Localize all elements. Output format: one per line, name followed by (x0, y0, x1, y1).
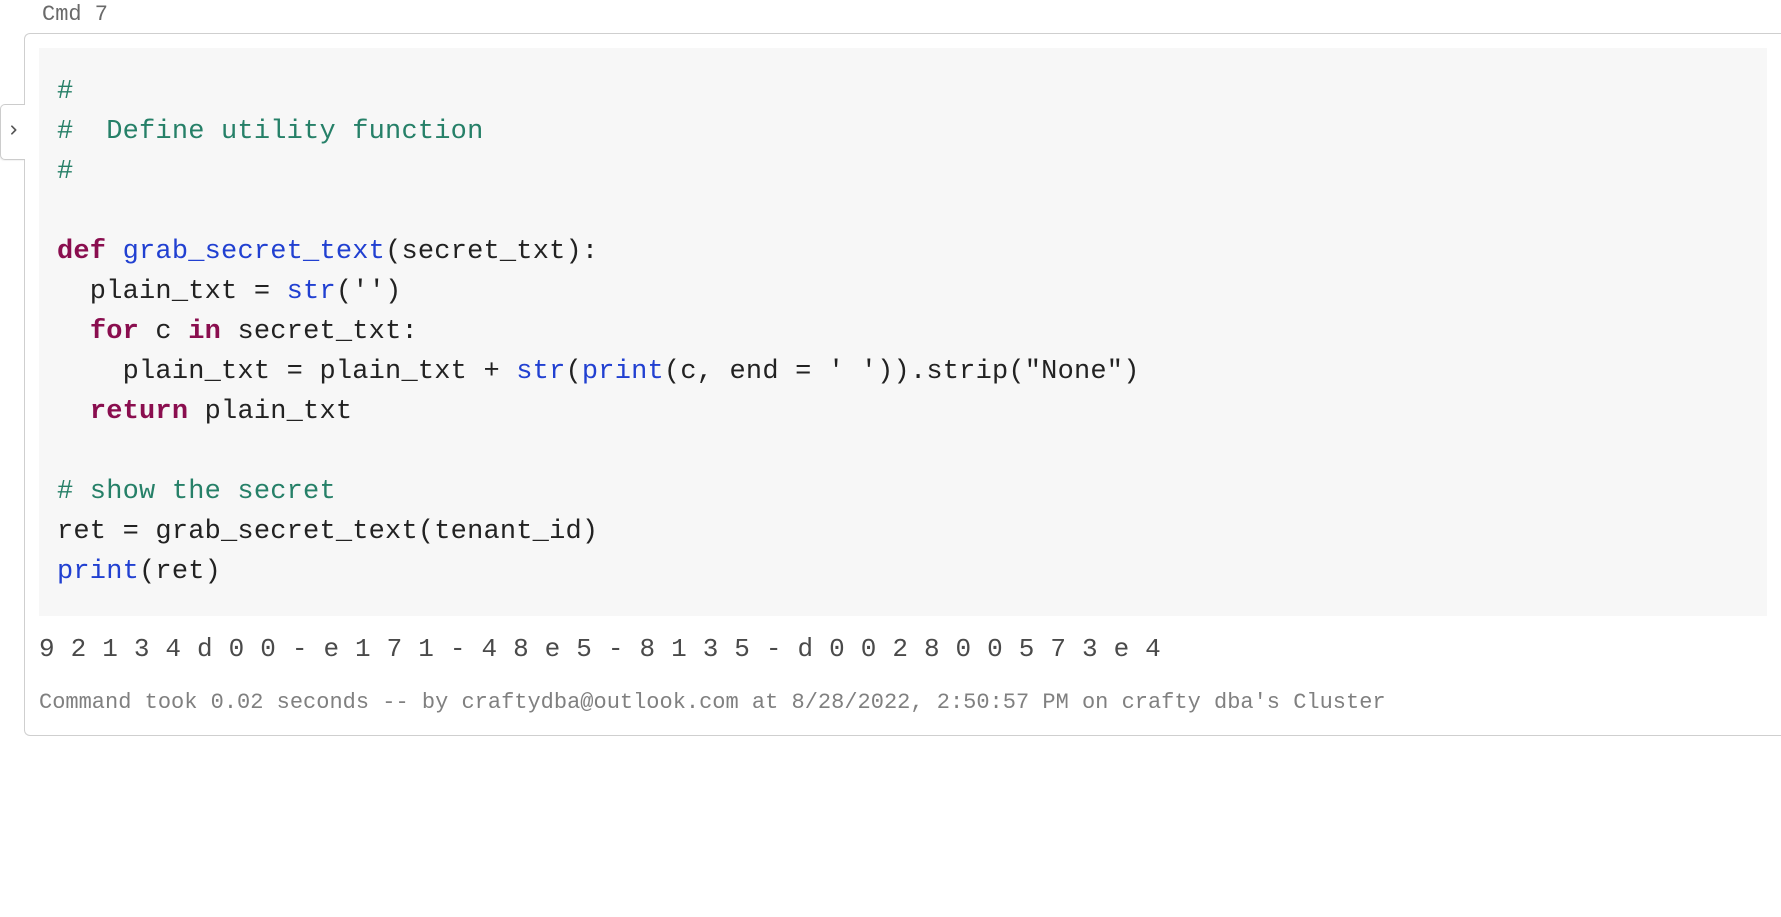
code-token: plain_txt = plain_txt + (57, 357, 516, 387)
code-editor[interactable]: # # Define utility function # def grab_s… (39, 48, 1767, 616)
code-token: ( (566, 357, 582, 387)
code-token-builtin: str (516, 357, 565, 387)
code-token-builtin: print (582, 357, 664, 387)
code-token: plain_txt (188, 397, 352, 427)
cell-collapse-toggle[interactable] (0, 104, 25, 160)
code-line: # show the secret (57, 477, 336, 507)
code-token: c (139, 317, 188, 347)
code-token-keyword: def (57, 237, 106, 267)
code-line: # (57, 157, 73, 187)
code-token: secret_txt: (221, 317, 418, 347)
notebook-cell: # # Define utility function # def grab_s… (24, 33, 1781, 736)
code-token: ('') (336, 277, 402, 307)
code-token (57, 397, 90, 427)
code-line: ret = grab_secret_text(tenant_id) (57, 517, 598, 547)
chevron-right-icon (7, 120, 20, 145)
code-line: # (57, 77, 73, 107)
code-token-keyword: return (90, 397, 188, 427)
code-token-builtin: str (287, 277, 336, 307)
code-token: plain_txt = (57, 277, 287, 307)
code-token: (c, end = ' ')).strip("None") (664, 357, 1140, 387)
code-line: # Define utility function (57, 117, 483, 147)
code-token-func-name: grab_secret_text (123, 237, 385, 267)
cell-command-label: Cmd 7 (0, 0, 1781, 29)
cell-output: 9 2 1 3 4 d 0 0 - e 1 7 1 - 4 8 e 5 - 8 … (39, 634, 1767, 664)
code-token-keyword: for (90, 317, 139, 347)
notebook-cell-wrapper: Cmd 7 # # Define utility function # def … (0, 0, 1781, 736)
code-token (57, 317, 90, 347)
code-token: (ret) (139, 557, 221, 587)
code-token-builtin: print (57, 557, 139, 587)
code-token: (secret_txt): (385, 237, 598, 267)
code-token-keyword: in (188, 317, 221, 347)
cell-status: Command took 0.02 seconds -- by craftydb… (39, 690, 1767, 725)
